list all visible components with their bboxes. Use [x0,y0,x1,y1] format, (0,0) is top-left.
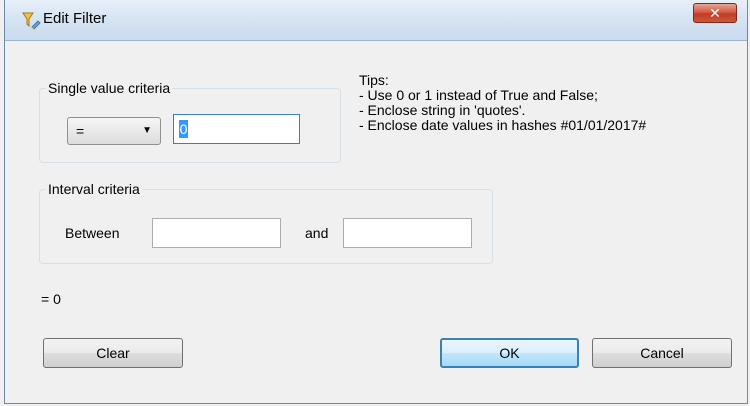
single-value-input[interactable] [173,114,300,144]
window-title: Edit Filter [43,10,107,27]
tips-heading: Tips: [359,72,389,88]
close-icon: ✕ [709,5,721,21]
title-bar: Edit Filter ✕ [5,0,747,41]
edit-filter-dialog: Edit Filter ✕ Single value criteria = ▼ … [4,0,748,404]
tip-line: - Enclose string in 'quotes'. [359,102,526,118]
cancel-button[interactable]: Cancel [592,338,732,368]
and-label: and [305,225,329,241]
tips-text: Tips: - Use 0 or 1 instead of True and F… [359,73,646,133]
operator-dropdown[interactable]: = ▼ [67,117,161,145]
chevron-down-icon: ▼ [142,125,152,136]
dialog-body: Single value criteria = ▼ 0 Tips: - Use … [5,41,747,403]
tip-line: - Enclose date values in hashes #01/01/2… [359,117,647,133]
clear-button[interactable]: Clear [43,338,183,368]
between-label: Between [65,225,120,241]
tip-line: - Use 0 or 1 instead of True and False; [359,87,598,103]
close-button[interactable]: ✕ [693,3,737,23]
filter-edit-icon [22,12,41,30]
expression-preview: = 0 [41,291,61,307]
operator-value: = [76,123,85,139]
selected-text-highlight: 0 [179,120,188,138]
between-to-input[interactable] [343,218,472,248]
single-value-legend: Single value criteria [48,80,171,96]
ok-button[interactable]: OK [440,338,579,368]
interval-legend: Interval criteria [48,181,140,197]
between-from-input[interactable] [152,218,281,248]
